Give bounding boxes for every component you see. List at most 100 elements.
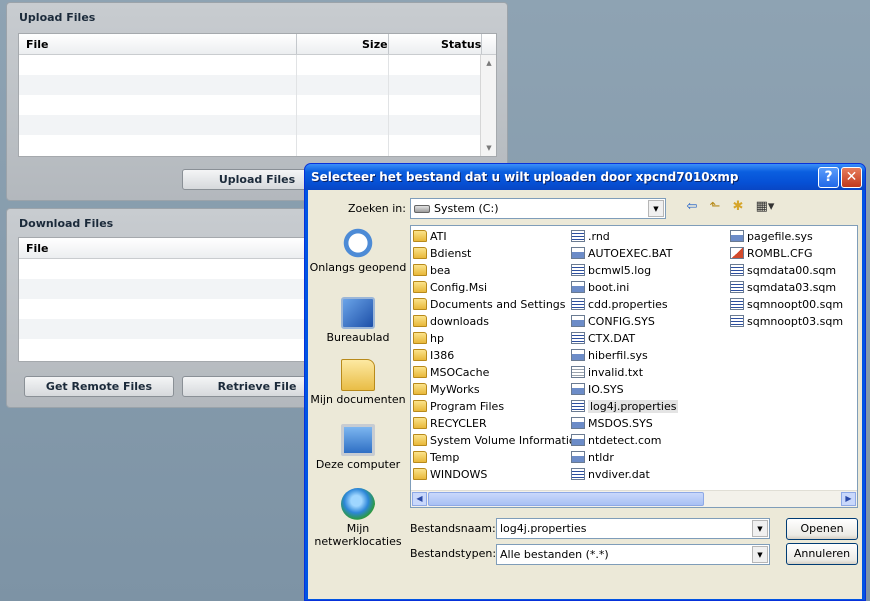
file-item[interactable]: ntldr <box>569 449 678 466</box>
file-icon <box>571 417 585 429</box>
file-item[interactable]: IO.SYS <box>569 381 678 398</box>
folder-icon <box>413 383 427 395</box>
recent-icon <box>341 227 375 259</box>
folder-item[interactable]: Config.Msi <box>411 279 583 296</box>
file-name: ntldr <box>588 451 614 464</box>
dialog-titlebar[interactable]: Selecteer het bestand dat u wilt uploade… <box>305 164 865 190</box>
folder-item[interactable]: Documents and Settings <box>411 296 583 313</box>
folder-item[interactable]: Program Files <box>411 398 583 415</box>
file-icon <box>571 247 585 259</box>
places-item-desktop[interactable]: Bureaublad <box>308 297 408 344</box>
file-item[interactable]: .rnd <box>569 228 678 245</box>
column-header-file[interactable]: File <box>26 38 49 51</box>
folder-item[interactable]: Temp <box>411 449 583 466</box>
folder-icon <box>413 264 427 276</box>
file-name: nvdiver.dat <box>588 468 650 481</box>
help-button[interactable]: ? <box>818 167 839 188</box>
file-name: boot.ini <box>588 281 630 294</box>
folder-icon <box>413 298 427 310</box>
places-item-my-documents[interactable]: Mijn documenten <box>308 359 408 406</box>
file-list-hscrollbar[interactable]: ◀ ▶ <box>411 490 857 507</box>
places-item-my-computer[interactable]: Deze computer <box>308 424 408 471</box>
file-icon <box>571 332 585 344</box>
folder-item[interactable]: WINDOWS <box>411 466 583 483</box>
file-item[interactable]: sqmdata03.sqm <box>728 279 843 296</box>
file-item[interactable]: sqmdata00.sqm <box>728 262 843 279</box>
close-button[interactable]: ✕ <box>841 167 862 188</box>
folder-item[interactable]: System Volume Information <box>411 432 583 449</box>
file-item[interactable]: ROMBL.CFG <box>728 245 843 262</box>
file-item[interactable]: boot.ini <box>569 279 678 296</box>
filename-input[interactable]: log4j.properties ▼ <box>496 518 770 539</box>
view-menu-icon[interactable]: ▦▾ <box>752 198 778 218</box>
file-icon <box>571 468 585 480</box>
file-item[interactable]: hiberfil.sys <box>569 347 678 364</box>
file-item[interactable]: MSDOS.SYS <box>569 415 678 432</box>
places-item-recent[interactable]: Onlangs geopend <box>308 227 408 274</box>
file-item[interactable]: CTX.DAT <box>569 330 678 347</box>
file-name: MSDOS.SYS <box>588 417 653 430</box>
file-name: System Volume Information <box>430 434 583 447</box>
back-icon[interactable]: ⇦ <box>682 198 702 218</box>
scroll-left-icon[interactable]: ◀ <box>412 492 427 506</box>
chevron-down-icon[interactable]: ▼ <box>752 520 768 537</box>
folder-item[interactable]: downloads <box>411 313 583 330</box>
folder-item[interactable]: I386 <box>411 347 583 364</box>
my-documents-icon <box>341 359 375 391</box>
folder-icon <box>413 468 427 480</box>
file-item[interactable]: cdd.properties <box>569 296 678 313</box>
file-item[interactable]: AUTOEXEC.BAT <box>569 245 678 262</box>
file-name: hiberfil.sys <box>588 349 648 362</box>
scroll-thumb[interactable] <box>428 492 704 506</box>
folder-item[interactable]: hp <box>411 330 583 347</box>
column-header-file[interactable]: File <box>26 242 49 255</box>
file-item[interactable]: sqmnoopt00.sqm <box>728 296 843 313</box>
file-item[interactable]: CONFIG.SYS <box>569 313 678 330</box>
places-item-network[interactable]: Mijn netwerklocaties <box>308 488 408 548</box>
file-name: MSOCache <box>430 366 490 379</box>
file-item[interactable]: bcmwl5.log <box>569 262 678 279</box>
file-icon <box>730 298 744 310</box>
up-folder-icon[interactable]: ⬑ <box>705 198 725 218</box>
places-label: Deze computer <box>315 458 401 471</box>
file-item[interactable]: invalid.txt <box>569 364 678 381</box>
folder-item[interactable]: bea <box>411 262 583 279</box>
upload-file-grid[interactable]: File Size Status ▲ ▼ <box>18 33 497 157</box>
look-in-combo[interactable]: System (C:) ▼ <box>410 198 666 219</box>
new-folder-icon[interactable]: ✱ <box>728 198 748 218</box>
chevron-down-icon[interactable]: ▼ <box>648 200 664 217</box>
file-item[interactable]: ntdetect.com <box>569 432 678 449</box>
file-list[interactable]: ATI Bdienst bea Config.Msi Documents and Set… <box>410 225 858 508</box>
column-header-size[interactable]: Size <box>362 38 388 51</box>
scroll-right-icon[interactable]: ▶ <box>841 492 856 506</box>
filename-value: log4j.properties <box>500 522 587 535</box>
file-item[interactable]: log4j.properties <box>569 398 679 415</box>
scroll-up-icon[interactable]: ▲ <box>482 56 496 70</box>
folder-item[interactable]: RECYCLER <box>411 415 583 432</box>
scroll-down-icon[interactable]: ▼ <box>482 141 496 155</box>
folder-icon <box>413 349 427 361</box>
cancel-button[interactable]: Annuleren <box>786 543 858 565</box>
file-icon <box>730 281 744 293</box>
file-name: cdd.properties <box>588 298 668 311</box>
file-icon <box>571 281 585 293</box>
file-item[interactable]: pagefile.sys <box>728 228 843 245</box>
file-name: CTX.DAT <box>588 332 636 345</box>
folder-icon <box>413 417 427 429</box>
folder-item[interactable]: MSOCache <box>411 364 583 381</box>
folder-item[interactable]: ATI <box>411 228 583 245</box>
get-remote-files-button[interactable]: Get Remote Files <box>24 376 174 397</box>
open-button[interactable]: Openen <box>786 518 858 540</box>
file-icon <box>571 349 585 361</box>
folder-item[interactable]: Bdienst <box>411 245 583 262</box>
drive-icon <box>414 205 430 213</box>
file-item[interactable]: nvdiver.dat <box>569 466 678 483</box>
filetype-select[interactable]: Alle bestanden (*.*) ▼ <box>496 544 770 565</box>
file-item[interactable]: sqmnoopt03.sqm <box>728 313 843 330</box>
column-header-status[interactable]: Status <box>441 38 481 51</box>
folder-item[interactable]: MyWorks <box>411 381 583 398</box>
upload-grid-scrollbar[interactable]: ▲ ▼ <box>480 55 496 156</box>
file-icon <box>571 264 585 276</box>
chevron-down-icon[interactable]: ▼ <box>752 546 768 563</box>
file-name: sqmdata03.sqm <box>747 281 837 294</box>
